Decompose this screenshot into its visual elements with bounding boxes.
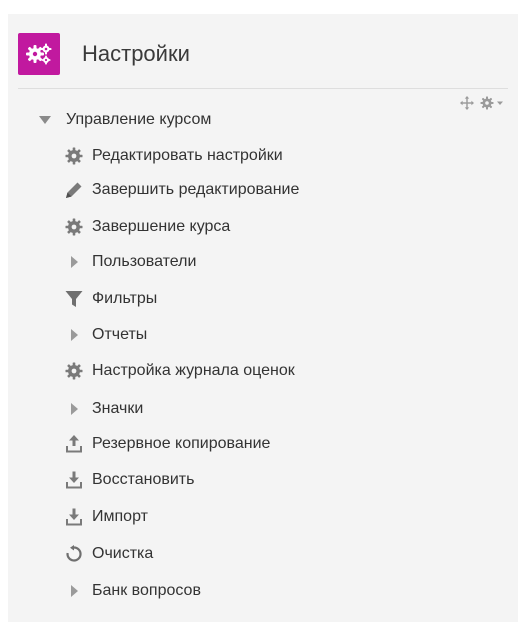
tree-item-reports[interactable]: Отчеты [64,321,147,349]
tree-item-label: Редактировать настройки [92,147,283,164]
tree-item-label: Очистка [92,545,154,562]
tree-item-label: Значки [92,400,144,417]
gear-icon [64,217,84,237]
move-icon[interactable] [460,96,474,110]
filter-icon [64,289,84,309]
caret-right-icon[interactable] [64,399,84,419]
tree-item-filters[interactable]: Фильтры [64,285,157,313]
tree-item-import[interactable]: Импорт [64,503,148,531]
settings-gears-icon [18,33,60,75]
gear-icon [64,361,84,381]
tree-item-backup[interactable]: Резервное копирование [64,430,270,458]
block-title: Настройки [82,41,190,66]
tree-item-users[interactable]: Пользователи [64,248,196,276]
tree-item-restore[interactable]: Восстановить [64,466,194,494]
header-divider [18,88,508,89]
gear-icon [64,146,84,166]
reset-refresh-icon [64,544,84,564]
tree-item-label: Восстановить [92,471,195,488]
caret-right-icon[interactable] [64,581,84,601]
tree-item-label: Пользователи [92,253,197,270]
tree-item-label: Завершение курса [92,218,231,235]
caret-right-icon[interactable] [64,325,84,345]
tree-item-label: Импорт [92,508,148,525]
import-download-icon [64,507,84,527]
tree-item-reset[interactable]: Очистка [64,540,153,568]
pencil-icon [64,180,84,200]
caret-down-icon[interactable] [38,110,52,130]
tree-item-label: Настройка журнала оценок [92,362,295,379]
block-header: Настройки [18,33,190,75]
backup-upload-icon [64,434,84,454]
tree-item-badges[interactable]: Значки [64,395,143,423]
tree-item-question-bank[interactable]: Банк вопросов [64,577,201,605]
tree-item-label: Завершить редактирование [92,181,300,198]
tree-item-finish-editing[interactable]: Завершить редактирование [64,176,299,204]
tree-item-label: Фильтры [92,290,158,307]
tree-item-edit-settings[interactable]: Редактировать настройки [64,142,283,170]
restore-download-icon [64,470,84,490]
tree-root-course-management[interactable]: Управление курсом [38,106,211,134]
caret-right-icon[interactable] [64,252,84,272]
gear-menu-icon[interactable] [480,96,504,110]
tree-item-label: Резервное копирование [92,435,271,452]
tree-item-course-completion[interactable]: Завершение курса [64,213,230,241]
tree-item-label: Отчеты [92,326,148,343]
tree-root-label: Управление курсом [66,111,212,128]
block-controls [460,96,504,110]
tree-item-gradebook-setup[interactable]: Настройка журнала оценок [64,357,295,385]
tree-item-label: Банк вопросов [92,582,201,599]
